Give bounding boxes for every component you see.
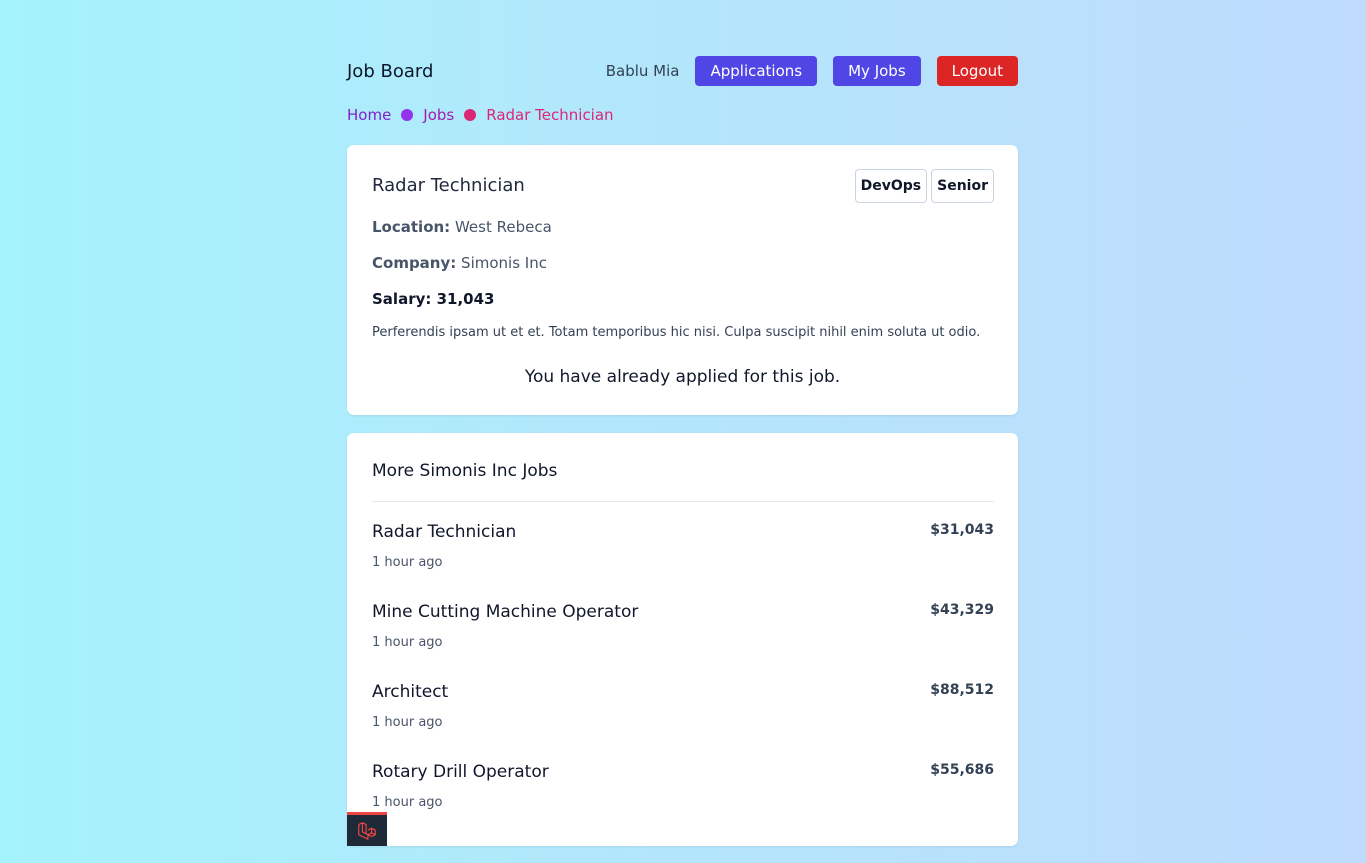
job-salary: $43,329 bbox=[930, 602, 994, 618]
laravel-logo-icon[interactable] bbox=[347, 812, 387, 846]
breadcrumb: Home Jobs Radar Technician bbox=[347, 106, 614, 124]
list-item[interactable]: Architect 1 hour ago $88,512 bbox=[372, 682, 994, 752]
applications-button[interactable]: Applications bbox=[695, 56, 818, 86]
job-salary: $55,686 bbox=[930, 762, 994, 778]
user-nav: Bablu Mia Applications My Jobs Logout bbox=[606, 56, 1018, 86]
job-description: Perferendis ipsam ut et et. Totam tempor… bbox=[372, 325, 981, 340]
job-salary: $31,043 bbox=[930, 522, 994, 538]
my-jobs-button[interactable]: My Jobs bbox=[833, 56, 921, 86]
top-navigation: Job Board Bablu Mia Applications My Jobs… bbox=[347, 56, 1018, 88]
location-value: West Rebeca bbox=[454, 218, 552, 236]
logout-button[interactable]: Logout bbox=[936, 56, 1018, 86]
job-tags: DevOps Senior bbox=[851, 169, 994, 203]
job-title: Radar Technician bbox=[372, 175, 525, 196]
user-name: Bablu Mia bbox=[605, 62, 680, 80]
breadcrumb-jobs[interactable]: Jobs bbox=[423, 106, 454, 124]
breadcrumb-separator-dot-icon bbox=[464, 109, 477, 121]
breadcrumb-home[interactable]: Home bbox=[347, 106, 391, 124]
location-label: Location: bbox=[372, 218, 451, 236]
job-detail-card: Radar Technician DevOps Senior Location:… bbox=[347, 145, 1018, 415]
breadcrumb-separator-dot-icon bbox=[401, 109, 414, 121]
company-label: Company: bbox=[372, 254, 457, 272]
posted-time: 1 hour ago bbox=[372, 635, 443, 650]
job-salary: Salary: 31,043 bbox=[372, 290, 495, 308]
job-company: Company: Simonis Inc bbox=[372, 254, 547, 272]
tag-devops: DevOps bbox=[854, 169, 928, 203]
job-location: Location: West Rebeca bbox=[372, 218, 552, 236]
posted-time: 1 hour ago bbox=[372, 795, 443, 810]
job-link[interactable]: Rotary Drill Operator bbox=[372, 762, 549, 782]
more-jobs-title: More Simonis Inc Jobs bbox=[372, 461, 558, 481]
list-item[interactable]: Radar Technician 1 hour ago $31,043 bbox=[372, 522, 994, 592]
company-value: Simonis Inc bbox=[461, 254, 547, 272]
posted-time: 1 hour ago bbox=[372, 555, 443, 570]
job-link[interactable]: Radar Technician bbox=[372, 522, 516, 542]
brand-title[interactable]: Job Board bbox=[347, 61, 433, 82]
list-item[interactable]: Mine Cutting Machine Operator 1 hour ago… bbox=[372, 602, 994, 672]
tag-senior: Senior bbox=[931, 169, 994, 203]
job-salary: $88,512 bbox=[930, 682, 994, 698]
laravel-logo-icon bbox=[358, 821, 376, 840]
job-link[interactable]: Mine Cutting Machine Operator bbox=[372, 602, 638, 622]
more-jobs-card: More Simonis Inc Jobs Radar Technician 1… bbox=[347, 433, 1018, 846]
breadcrumb-current: Radar Technician bbox=[486, 106, 614, 124]
job-link[interactable]: Architect bbox=[372, 682, 448, 702]
divider bbox=[372, 501, 994, 502]
list-item[interactable]: Rotary Drill Operator 1 hour ago $55,686 bbox=[372, 762, 994, 832]
applied-message: You have already applied for this job. bbox=[524, 367, 841, 387]
posted-time: 1 hour ago bbox=[372, 715, 443, 730]
